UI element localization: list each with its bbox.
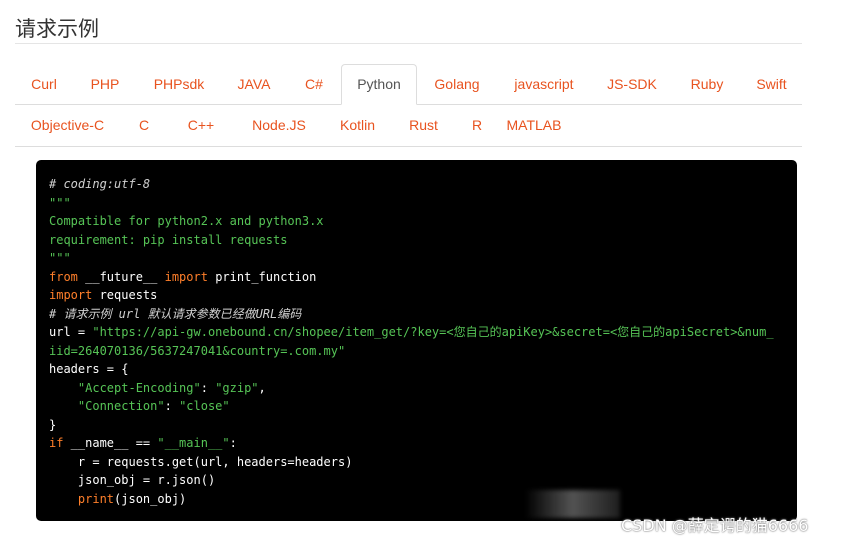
code-token: json_obj = r.json() bbox=[49, 473, 216, 487]
tab-java[interactable]: JAVA bbox=[221, 64, 287, 105]
code-token: } bbox=[49, 417, 57, 432]
code-line: # 请求示例 url 默认请求参数已经做URL编码 bbox=[49, 305, 785, 324]
code-line: print(json_obj) bbox=[49, 490, 785, 509]
code-token: requirement: pip install requests bbox=[49, 232, 288, 247]
code-token: "close" bbox=[179, 399, 230, 413]
code-token: from bbox=[49, 269, 78, 284]
tab-matlab[interactable]: MATLAB bbox=[498, 105, 570, 146]
code-token: if bbox=[49, 436, 64, 450]
code-token: print_function bbox=[207, 269, 317, 284]
page: 请求示例 Curl PHP PHPsdk JAVA C# Python Golang java… bbox=[0, 0, 857, 541]
code-token: Compatible for python2.x and python3.x bbox=[49, 214, 324, 228]
tab-row-1: Curl PHP PHPsdk JAVA C# Python Golang javascrip… bbox=[15, 64, 802, 105]
code-line: from __future__ import print_function bbox=[49, 268, 785, 287]
tab-objective-c[interactable]: Objective-C bbox=[15, 105, 120, 146]
code-token: "https://api-gw.onebound.cn/shopee/item_… bbox=[92, 325, 774, 339]
tab-ruby[interactable]: Ruby bbox=[673, 64, 741, 105]
tabs-divider bbox=[15, 146, 802, 147]
code-line: r = requests.get(url, headers=headers) bbox=[49, 453, 785, 472]
tab-row-2: Objective-C C C++ Node.JS Kotlin Rust R MATLAB bbox=[15, 105, 802, 146]
code-token: : bbox=[164, 399, 180, 413]
tab-c[interactable]: C bbox=[120, 105, 168, 146]
code-line: headers = { bbox=[49, 360, 785, 379]
code-line: "Connection": "close" bbox=[49, 397, 785, 416]
tab-node-js[interactable]: Node.JS bbox=[234, 105, 324, 146]
code-token: url = bbox=[49, 325, 93, 339]
code-token: "gzip" bbox=[215, 380, 259, 395]
tab-kotlin[interactable]: Kotlin bbox=[324, 105, 391, 146]
code-line: """ bbox=[49, 194, 785, 213]
code-line: requirement: pip install requests bbox=[49, 231, 785, 250]
tab-js-sdk[interactable]: JS-SDK bbox=[591, 64, 673, 105]
code-token: requests bbox=[92, 288, 158, 302]
title-divider bbox=[15, 43, 802, 44]
tab-golang[interactable]: Golang bbox=[417, 64, 497, 105]
code-token: (json_obj) bbox=[114, 491, 187, 506]
tab-javascript[interactable]: javascript bbox=[497, 64, 591, 105]
code-token: iid=264070136/5637247041&country=.com.my… bbox=[49, 343, 346, 358]
code-token: __name__ == bbox=[63, 436, 158, 450]
code-line: """ bbox=[49, 249, 785, 268]
code-line: iid=264070136/5637247041&country=.com.my… bbox=[49, 342, 785, 361]
tab-phpsdk[interactable]: PHPsdk bbox=[137, 64, 221, 105]
code-token: , bbox=[258, 380, 266, 395]
code-token: # coding:utf-8 bbox=[49, 177, 151, 191]
code-token: import bbox=[49, 288, 93, 302]
code-token: """ bbox=[49, 251, 71, 265]
tab-curl[interactable]: Curl bbox=[15, 64, 73, 105]
code-line: # coding:utf-8 bbox=[49, 175, 785, 194]
code-block: # coding:utf-8 """ Compatible for python2.… bbox=[36, 160, 797, 521]
code-token: "Accept-Encoding" bbox=[77, 380, 201, 395]
blurred-region bbox=[525, 490, 620, 518]
tab-csharp[interactable]: C# bbox=[287, 64, 341, 105]
code-token: """ bbox=[49, 195, 71, 210]
code-line: } bbox=[49, 416, 785, 435]
code-token: __future__ bbox=[77, 269, 165, 284]
tab-php[interactable]: PHP bbox=[73, 64, 137, 105]
code-token: # 请求示例 url 默认请求参数已经做URL编码 bbox=[49, 306, 302, 321]
code-line: Compatible for python2.x and python3.x bbox=[49, 212, 785, 231]
code-line: "Accept-Encoding": "gzip", bbox=[49, 379, 785, 398]
code-token: import bbox=[164, 269, 208, 284]
code-token: : bbox=[229, 436, 237, 450]
code-token: : bbox=[200, 380, 216, 395]
language-tabs: Curl PHP PHPsdk JAVA C# Python Golang javascrip… bbox=[15, 64, 802, 146]
tab-r[interactable]: R bbox=[456, 105, 498, 146]
code-line: import requests bbox=[49, 286, 785, 305]
code-token: "Connection" bbox=[77, 399, 165, 413]
code-line: if __name__ == "__main__": bbox=[49, 434, 785, 453]
section-title: 请求示例 bbox=[15, 17, 99, 41]
code-line: json_obj = r.json() bbox=[49, 471, 785, 490]
watermark: CSDN @薛定谔的猫6666 bbox=[621, 516, 809, 535]
tab-python[interactable]: Python bbox=[341, 64, 417, 105]
code-token: r = requests.get(url, headers=headers) bbox=[49, 454, 353, 469]
code-line: url = "https://api-gw.onebound.cn/shopee… bbox=[49, 323, 785, 342]
tab-swift[interactable]: Swift bbox=[741, 64, 802, 105]
code-token: headers = { bbox=[49, 362, 129, 376]
tab-cplusplus[interactable]: C++ bbox=[168, 105, 234, 146]
code-token: print bbox=[77, 491, 115, 506]
tab-rust[interactable]: Rust bbox=[391, 105, 456, 146]
code-token: "__main__" bbox=[157, 436, 230, 450]
